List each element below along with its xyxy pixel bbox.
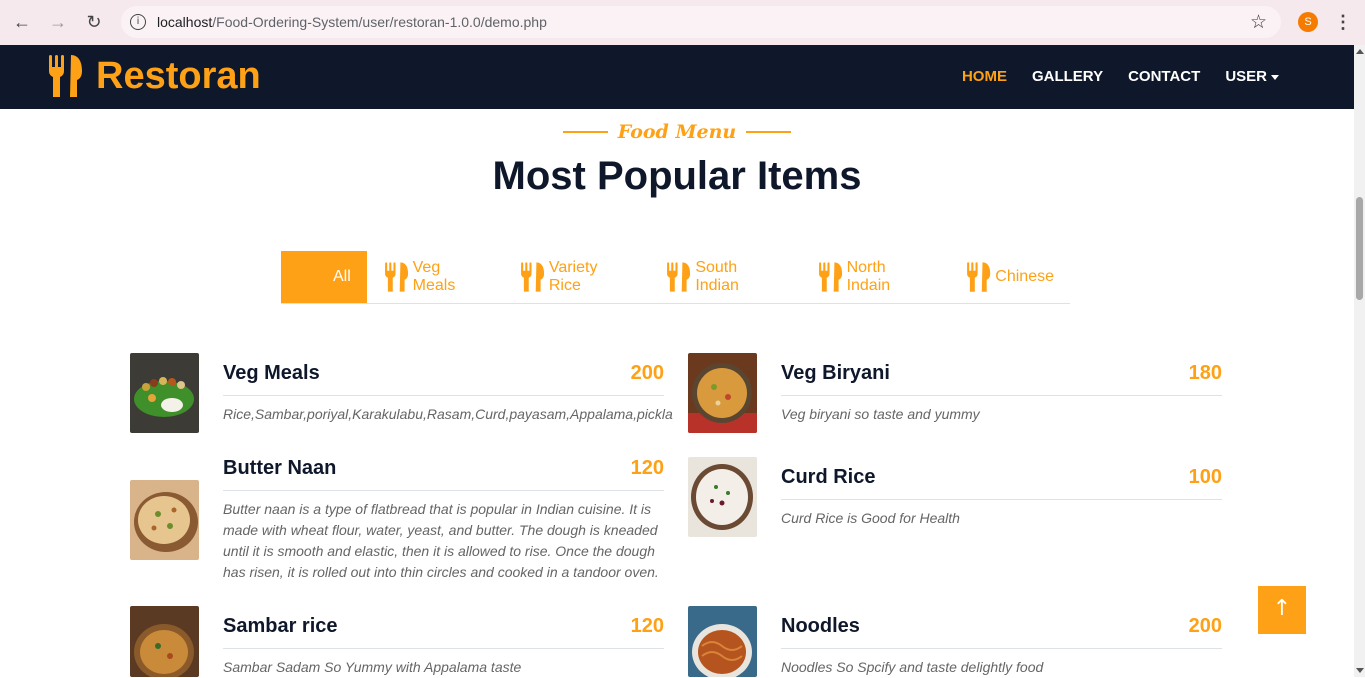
utensils-icon bbox=[521, 262, 545, 292]
profile-avatar[interactable]: S bbox=[1298, 12, 1318, 32]
food-image bbox=[688, 606, 757, 677]
tab-all[interactable]: All bbox=[281, 251, 367, 303]
item-name: Sambar rice bbox=[223, 615, 338, 637]
item-price: 120 bbox=[630, 457, 664, 479]
utensils-icon bbox=[967, 262, 991, 292]
site-info-icon[interactable]: i bbox=[130, 14, 146, 30]
utensils-icon bbox=[667, 262, 691, 292]
browser-menu-icon[interactable]: ⋮ bbox=[1334, 10, 1352, 34]
item-price: 200 bbox=[1188, 615, 1222, 637]
scroll-up-arrow-icon[interactable] bbox=[1356, 49, 1364, 54]
forward-arrow-icon[interactable]: → bbox=[46, 10, 70, 34]
item-name: Veg Meals bbox=[223, 362, 320, 384]
url-text[interactable]: localhost/Food-Ordering-System/user/rest… bbox=[157, 14, 547, 30]
item-description: Curd Rice is Good for Health bbox=[781, 510, 960, 526]
arrow-up-icon: ↑ bbox=[1272, 596, 1292, 621]
nav-gallery[interactable]: GALLERY bbox=[1032, 68, 1103, 85]
item-price: 120 bbox=[630, 615, 664, 637]
tab-label: North Indain bbox=[846, 259, 891, 294]
caret-down-icon bbox=[1271, 74, 1279, 80]
item-description: Butter naan is a type of flatbread that … bbox=[223, 501, 659, 580]
brand-name: Restoran bbox=[96, 54, 261, 97]
divider-line bbox=[746, 131, 792, 133]
back-arrow-icon[interactable]: ← bbox=[10, 10, 34, 34]
menu-item[interactable]: Noodles 200 Noodles So Spcify and taste d… bbox=[781, 615, 1222, 678]
scroll-down-arrow-icon[interactable] bbox=[1356, 668, 1364, 673]
reload-icon[interactable]: ↻ bbox=[82, 10, 106, 34]
address-bar[interactable]: i localhost/Food-Ordering-System/user/re… bbox=[121, 6, 1281, 38]
utensils-icon bbox=[384, 262, 408, 292]
utensils-icon bbox=[818, 262, 842, 292]
food-image bbox=[688, 353, 757, 433]
nav-links: HOME GALLERY CONTACT USER bbox=[937, 68, 1279, 85]
menu-item[interactable]: Veg Biryani 180 Veg biryani so taste and … bbox=[781, 362, 1222, 425]
tab-label: South Indian bbox=[695, 259, 739, 294]
item-description: Veg biryani so taste and yummy bbox=[781, 406, 980, 422]
food-image bbox=[130, 480, 199, 560]
bookmark-star-icon[interactable]: ☆ bbox=[1250, 11, 1267, 33]
divider-line bbox=[562, 131, 608, 133]
section-title: Most Popular Items bbox=[492, 154, 862, 198]
item-description: Noodles So Spcify and taste delightly fo… bbox=[781, 659, 1044, 675]
subtitle-text: Food Menu bbox=[617, 121, 737, 143]
page-scrollbar[interactable] bbox=[1354, 45, 1365, 677]
tab-south-indian[interactable]: South Indian bbox=[649, 251, 800, 303]
tab-variety-rice[interactable]: Variety Rice bbox=[503, 251, 649, 303]
menu-tabs: All Veg Meals Variety Rice South Indian … bbox=[281, 251, 1070, 304]
item-name: Noodles bbox=[781, 615, 860, 637]
site-navbar: Restoran HOME GALLERY CONTACT USER bbox=[0, 45, 1354, 109]
tab-chinese[interactable]: Chinese bbox=[949, 251, 1070, 303]
tab-label: All bbox=[333, 268, 351, 285]
food-image bbox=[130, 606, 199, 677]
brand-logo[interactable]: Restoran bbox=[46, 53, 261, 99]
nav-user-label: USER bbox=[1225, 68, 1267, 85]
nav-contact[interactable]: CONTACT bbox=[1128, 68, 1200, 85]
tab-label: Chinese bbox=[995, 268, 1054, 285]
item-price: 180 bbox=[1188, 362, 1222, 384]
back-to-top-button[interactable]: ↑ bbox=[1258, 586, 1306, 634]
utensils-icon bbox=[48, 55, 82, 97]
item-description: Sambar Sadam So Yummy with Appalama tast… bbox=[223, 659, 522, 675]
item-name: Curd Rice bbox=[781, 466, 876, 488]
food-image bbox=[688, 457, 757, 537]
item-price: 100 bbox=[1188, 466, 1222, 488]
tab-label: Veg Meals bbox=[412, 259, 456, 294]
item-name: Butter Naan bbox=[223, 457, 337, 479]
menu-item[interactable]: Butter Naan 120 Butter naan is a type of … bbox=[223, 457, 664, 583]
menu-item[interactable]: Veg Meals 200 Rice,Sambar,poriyal,Karakul… bbox=[223, 362, 673, 425]
browser-toolbar: ← → ↻ i localhost/Food-Ordering-System/u… bbox=[0, 0, 1365, 45]
scrollbar-thumb[interactable] bbox=[1356, 197, 1363, 300]
menu-item[interactable]: Curd Rice 100 Curd Rice is Good for Healt… bbox=[781, 466, 1222, 529]
nav-user-dropdown[interactable]: USER bbox=[1225, 68, 1279, 85]
tab-label: Variety Rice bbox=[548, 259, 598, 294]
item-price: 200 bbox=[630, 362, 664, 384]
tab-north-indain[interactable]: North Indain bbox=[801, 251, 950, 303]
food-image bbox=[130, 353, 199, 433]
item-description: Rice,Sambar,poriyal,Karakulabu,Rasam,Cur… bbox=[223, 406, 673, 422]
nav-home[interactable]: HOME bbox=[962, 68, 1007, 85]
item-name: Veg Biryani bbox=[781, 362, 890, 384]
menu-item[interactable]: Sambar rice 120 Sambar Sadam So Yummy wit… bbox=[223, 615, 664, 678]
tab-veg-meals[interactable]: Veg Meals bbox=[367, 251, 503, 303]
section-subtitle: Food Menu bbox=[0, 120, 1354, 143]
